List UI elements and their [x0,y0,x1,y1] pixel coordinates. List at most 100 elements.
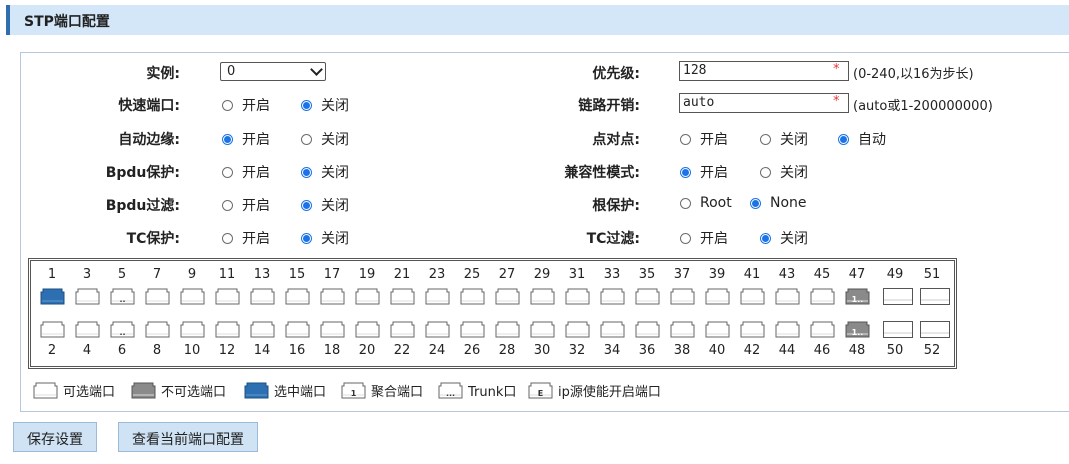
port-14-icon[interactable] [250,321,275,338]
radio-button[interactable] [838,133,849,145]
port-6-icon[interactable]: .. [110,321,135,338]
port-17-icon[interactable] [320,288,345,305]
port-1-selected-icon[interactable] [40,288,65,305]
port-20-icon[interactable] [355,321,380,338]
port-21-icon[interactable] [390,288,415,305]
radio-button[interactable] [680,232,691,244]
radio-button[interactable] [301,166,312,178]
port-33-icon[interactable] [600,288,625,305]
point-to-point-option[interactable]: 开启 [680,129,728,149]
port-49-icon[interactable] [883,288,913,305]
port-11-icon[interactable] [215,288,240,305]
radio-button[interactable] [301,133,312,145]
port-2-icon[interactable] [40,321,65,338]
port-44-icon[interactable] [775,321,800,338]
port-31-icon[interactable] [565,288,590,305]
bpdu-filter-option[interactable]: 关闭 [301,195,349,215]
legend-label: Trunk口 [468,385,517,400]
path-cost-input[interactable]: auto [679,93,849,113]
radio-button[interactable] [760,232,771,244]
port-22-icon[interactable] [390,321,415,338]
tc-protect-option[interactable]: 关闭 [301,228,349,248]
radio-button[interactable] [301,99,312,111]
compat-mode-option[interactable]: 开启 [680,162,728,182]
port-43-icon[interactable] [775,288,800,305]
port-24-icon[interactable] [425,321,450,338]
bpdu-protect-option[interactable]: 开启 [222,162,270,182]
port-36-icon[interactable] [635,321,660,338]
port-32-icon[interactable] [565,321,590,338]
port-42-icon[interactable] [740,321,765,338]
instance-select[interactable]: 0 [220,62,326,81]
port-48-unselectable-icon: 1.. [845,321,870,338]
point-to-point-option[interactable]: 自动 [838,129,886,149]
bpdu-filter-option[interactable]: 开启 [222,195,270,215]
radio-button[interactable] [222,166,233,178]
radio-button[interactable] [301,232,312,244]
radio-button[interactable] [301,199,312,211]
view-current-config-button[interactable]: 查看当前端口配置 [118,422,258,452]
tc-filter-option[interactable]: 开启 [680,228,728,248]
radio-button[interactable] [680,197,691,209]
port-7-icon[interactable] [145,288,170,305]
port-46-icon[interactable] [810,321,835,338]
port-29-icon[interactable] [530,288,555,305]
port-39-icon[interactable] [705,288,730,305]
save-button[interactable]: 保存设置 [13,422,97,452]
radio-button[interactable] [222,99,233,111]
port-12-icon[interactable] [215,321,240,338]
radio-button[interactable] [680,133,691,145]
fast-port-option[interactable]: 开启 [222,95,270,115]
root-protect-option[interactable]: Root [680,195,732,211]
port-50-icon[interactable] [883,321,913,338]
port-number: 8 [152,343,162,358]
port-52-icon[interactable] [920,321,950,338]
port-number: 17 [323,267,341,282]
compat-mode-option[interactable]: 关闭 [760,162,808,182]
port-19-icon[interactable] [355,288,380,305]
radio-label: 开启 [242,165,270,181]
bpdu-protect-option[interactable]: 关闭 [301,162,349,182]
radio-button[interactable] [222,133,233,145]
root-protect-option[interactable]: None [750,195,807,211]
port-45-icon[interactable] [810,288,835,305]
port-25-icon[interactable] [460,288,485,305]
port-27-icon[interactable] [495,288,520,305]
port-18-icon[interactable] [320,321,345,338]
port-10-icon[interactable] [180,321,205,338]
auto-edge-option[interactable]: 开启 [222,129,270,149]
radio-button[interactable] [750,197,761,209]
port-3-icon[interactable] [75,288,100,305]
port-34-icon[interactable] [600,321,625,338]
port-51-icon[interactable] [920,288,950,305]
point-to-point-option[interactable]: 关闭 [760,129,808,149]
auto-edge-option[interactable]: 关闭 [301,129,349,149]
port-37-icon[interactable] [670,288,695,305]
port-35-icon[interactable] [635,288,660,305]
radio-button[interactable] [222,199,233,211]
port-9-icon[interactable] [180,288,205,305]
fast-port-option[interactable]: 关闭 [301,95,349,115]
radio-button[interactable] [680,166,691,178]
port-40-icon[interactable] [705,321,730,338]
port-41-icon[interactable] [740,288,765,305]
radio-button[interactable] [760,166,771,178]
port-15-icon[interactable] [285,288,310,305]
port-4-icon[interactable] [75,321,100,338]
radio-label: 关闭 [321,98,349,114]
radio-button[interactable] [760,133,771,145]
port-16-icon[interactable] [285,321,310,338]
priority-input[interactable]: 128 [679,61,849,81]
port-28-icon[interactable] [495,321,520,338]
radio-button[interactable] [222,232,233,244]
port-8-icon[interactable] [145,321,170,338]
port-5-icon[interactable]: .. [110,288,135,305]
port-26-icon[interactable] [460,321,485,338]
port-number: 6 [117,343,127,358]
port-38-icon[interactable] [670,321,695,338]
tc-filter-option[interactable]: 关闭 [760,228,808,248]
port-30-icon[interactable] [530,321,555,338]
tc-protect-option[interactable]: 开启 [222,228,270,248]
port-13-icon[interactable] [250,288,275,305]
port-23-icon[interactable] [425,288,450,305]
